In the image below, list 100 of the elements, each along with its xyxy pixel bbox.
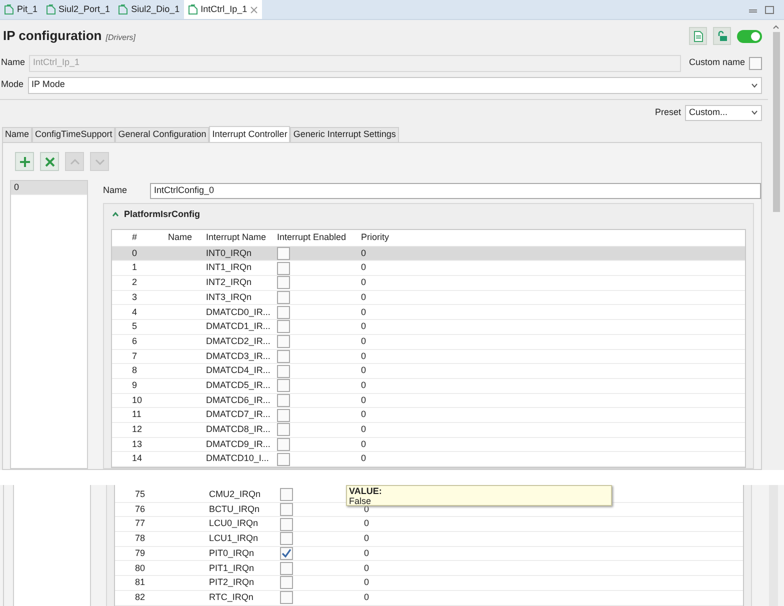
table-row[interactable]: 78 LCU1_IRQn 0	[115, 532, 743, 547]
field-label: Name	[103, 184, 128, 198]
table-row[interactable]: 82 RTC_IRQn 0	[115, 590, 743, 606]
checkbox[interactable]	[280, 532, 293, 546]
lock-button[interactable]	[713, 27, 731, 45]
table-cell-text: 7	[131, 350, 138, 363]
table-row[interactable]: 0 INT0_IRQn 0	[112, 246, 745, 262]
table-cell: 0	[364, 592, 370, 602]
minimize-icon[interactable]	[749, 9, 757, 13]
table-row[interactable]: 13 DMATCD9_IR... 0	[112, 438, 745, 452]
table-cell-text: 82	[134, 590, 146, 604]
config-tab[interactable]: ConfigTimeSupport	[32, 127, 116, 142]
table-row[interactable]: 12 DMATCD8_IR... 0	[112, 422, 745, 438]
config-name-field[interactable]: IntCtrlConfig_0	[150, 183, 761, 199]
checkbox[interactable]	[277, 452, 290, 466]
delete-icon	[44, 156, 54, 166]
checkbox[interactable]	[277, 423, 290, 436]
table-cell: 0	[364, 562, 370, 573]
table-row[interactable]: 5 DMATCD1_IR... 0	[112, 320, 745, 335]
checkbox[interactable]	[277, 394, 290, 407]
table-cell: 0	[364, 577, 370, 588]
table-cell-text: 9	[131, 378, 138, 392]
editor-tab[interactable]: Siul2_Dio_1	[114, 0, 184, 19]
table-cell: 0	[361, 350, 366, 361]
table-row[interactable]: 7 DMATCD3_IR... 0	[112, 350, 745, 364]
table-cell-text: RTC_IRQn	[208, 590, 254, 604]
table-cell-text: DMATCD6_IR...	[205, 394, 272, 407]
table-row[interactable]: 1 INT1_IRQn 0	[112, 261, 745, 276]
column-header[interactable]: Name	[168, 230, 203, 244]
table-cell: 0	[361, 424, 366, 434]
mode-dropdown[interactable]: IP Mode	[28, 76, 762, 94]
config-tab[interactable]: Interrupt Controller	[209, 126, 290, 142]
document-button[interactable]	[689, 27, 707, 45]
table-cell-text: 4	[131, 306, 138, 319]
checkbox[interactable]	[280, 488, 293, 502]
checkbox[interactable]	[277, 335, 290, 348]
table-row[interactable]: 11 DMATCD7_IR... 0	[112, 408, 745, 423]
checkbox[interactable]	[277, 379, 290, 392]
checkbox[interactable]	[277, 262, 290, 275]
config-list-item[interactable]: 0	[11, 181, 87, 195]
table-row[interactable]: 3 INT3_IRQn 0	[112, 290, 745, 306]
toolbar-button[interactable]	[40, 152, 59, 171]
config-tab[interactable]: General Configuration	[115, 127, 210, 142]
toolbar-button[interactable]	[15, 152, 34, 171]
checkbox[interactable]	[749, 56, 762, 70]
editor-tab[interactable]: Siul2_Port_1	[42, 0, 114, 19]
table-cell-text: LCU1_IRQn	[208, 532, 260, 546]
table-cell-text: DMATCD2_IR...	[205, 334, 272, 348]
table-cell-text: 2	[131, 276, 138, 290]
table-cell-text: 14	[131, 452, 144, 466]
table-row[interactable]: 81 PIT2_IRQn 0	[115, 576, 743, 591]
checkbox[interactable]	[280, 562, 293, 575]
checkbox[interactable]	[277, 364, 290, 378]
table-row[interactable]: 14 DMATCD10_I... 0	[112, 452, 745, 467]
table-row[interactable]: 77 LCU0_IRQn 0	[115, 517, 743, 532]
preset-dropdown[interactable]: Custom...	[685, 104, 762, 120]
table-row[interactable]: 10 DMATCD6_IR... 0	[112, 394, 745, 408]
checkbox[interactable]	[280, 591, 293, 604]
checkbox[interactable]	[280, 518, 293, 531]
checkbox[interactable]	[277, 408, 290, 422]
table-cell-text: DMATCD5_IR...	[205, 378, 272, 392]
table-cell: 0	[364, 533, 370, 544]
table-cell-text: 79	[134, 546, 146, 560]
maximize-icon[interactable]	[765, 6, 774, 14]
checkbox[interactable]	[277, 350, 290, 363]
checkbox[interactable]	[277, 247, 290, 260]
column-header[interactable]: Priority	[357, 230, 397, 244]
column-header[interactable]: Interrupt Name	[203, 230, 277, 244]
checkbox[interactable]	[277, 276, 290, 290]
scrollbar[interactable]	[769, 485, 778, 606]
checkbox[interactable]	[277, 291, 290, 304]
table-row[interactable]: 9 DMATCD5_IR... 0	[112, 378, 745, 394]
column-header[interactable]: #	[112, 230, 168, 244]
table-cell-text: 77	[134, 517, 146, 530]
checkbox[interactable]	[280, 503, 293, 516]
column-header[interactable]: Interrupt Enabled	[277, 230, 357, 244]
config-tab[interactable]: Generic Interrupt Settings	[290, 127, 399, 142]
checkbox[interactable]	[277, 438, 290, 451]
table-row[interactable]: 8 DMATCD4_IR... 0	[112, 364, 745, 379]
table-row[interactable]: 79 PIT0_IRQn 0	[115, 546, 743, 562]
checkbox[interactable]	[277, 320, 290, 334]
table-row[interactable]: 2 INT2_IRQn 0	[112, 276, 745, 291]
table-row[interactable]: 80 PIT1_IRQn 0	[115, 561, 743, 576]
checkbox[interactable]	[277, 306, 290, 319]
close-icon[interactable]	[250, 6, 258, 14]
table-cell-text: DMATCD4_IR...	[205, 364, 272, 378]
toggle-switch[interactable]	[737, 30, 762, 42]
table-row[interactable]: 4 DMATCD0_IR... 0	[112, 305, 745, 320]
editor-tab[interactable]: IntCtrl_Ip_1	[184, 0, 262, 19]
section-header[interactable]: PlatformIsrConfig	[104, 204, 753, 226]
editor-tab[interactable]: Pit_1	[0, 0, 42, 19]
table-cell-text: 8	[131, 364, 138, 378]
table-cell-text: DMATCD7_IR...	[205, 408, 272, 422]
table-cell: 0	[361, 306, 366, 317]
table-row[interactable]: 6 DMATCD2_IR... 0	[112, 334, 745, 350]
table-cell: 0	[361, 292, 366, 302]
checkbox[interactable]	[280, 576, 293, 590]
config-tab[interactable]: Name	[2, 127, 32, 142]
table-cell: 0	[361, 438, 366, 449]
checkbox[interactable]	[280, 547, 293, 560]
